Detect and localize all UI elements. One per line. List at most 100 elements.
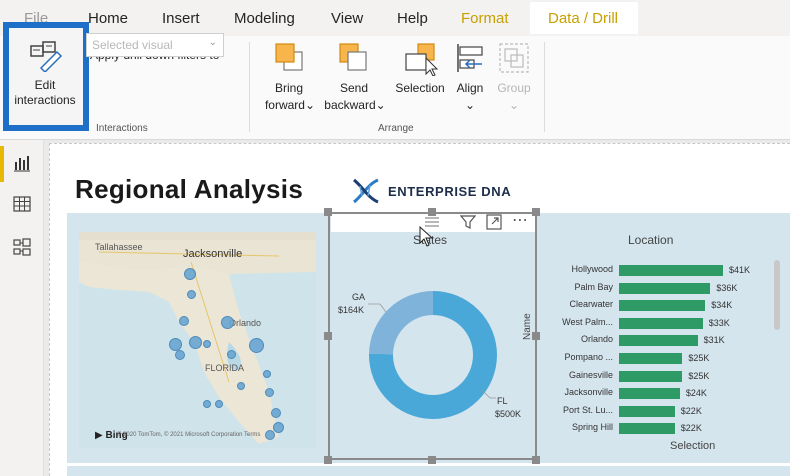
bar-category-label: Hollywood: [571, 264, 613, 274]
bar[interactable]: [619, 353, 683, 364]
bar-category-label: Palm Bay: [574, 281, 613, 292]
bar[interactable]: [619, 388, 680, 400]
bar-value-label: $33K: [708, 317, 730, 328]
map-bubble[interactable]: [203, 400, 211, 408]
report-title: Regional Analysis: [75, 174, 304, 204]
map-bubble[interactable]: [265, 430, 275, 440]
bar-category-label: Gainesville: [568, 369, 613, 380]
map-bubble[interactable]: [237, 382, 245, 390]
map-bubble[interactable]: [179, 316, 189, 326]
selected-visual-placeholder: Selected visual: [92, 38, 173, 52]
bar[interactable]: [619, 265, 723, 276]
bar-category-label: Orlando: [580, 334, 613, 345]
map-label-tallahassee: Tallahassee: [95, 242, 143, 252]
bar[interactable]: [619, 405, 675, 417]
align-label: Align: [456, 81, 484, 95]
tab-help[interactable]: Help: [397, 10, 428, 27]
bring-forward-line2: forward⌄: [264, 98, 316, 112]
bottom-visual-strip: [67, 466, 790, 476]
bar[interactable]: [619, 317, 703, 329]
filter-icon[interactable]: [460, 214, 476, 230]
data-view-icon[interactable]: [13, 196, 31, 212]
map-label-florida: FLORIDA: [205, 363, 245, 373]
group-chevron-icon: ⌄: [508, 98, 520, 112]
resize-handle[interactable]: [532, 456, 540, 464]
send-backward-line1: Send: [339, 81, 369, 95]
bar[interactable]: [619, 300, 706, 312]
bar-category-label: Clearwater: [569, 299, 613, 310]
group-separator: [249, 42, 250, 132]
bar[interactable]: [619, 335, 698, 347]
model-view-icon[interactable]: [13, 238, 31, 256]
map-bubble[interactable]: [184, 268, 196, 280]
edit-label-line2: interactions: [14, 93, 76, 107]
send-backward-icon: [339, 43, 367, 71]
edit-interactions-icon: [30, 41, 63, 72]
send-backward-line2: backward⌄: [324, 98, 386, 112]
resize-handle[interactable]: [324, 208, 332, 216]
tab-data-drill[interactable]: Data / Drill: [548, 10, 618, 27]
location-title: Location: [628, 233, 674, 247]
map-bubble[interactable]: [203, 340, 211, 348]
map-bubble[interactable]: [273, 422, 284, 433]
align-button[interactable]: Align ⌄: [450, 42, 490, 116]
brand-name: ENTERPRISE DNA: [388, 184, 512, 199]
bar-value-label: $31K: [703, 335, 725, 346]
group-button[interactable]: Group ⌄: [492, 42, 536, 116]
bar-x-axis-label: Selection: [670, 440, 716, 452]
map-bubble[interactable]: [175, 350, 185, 360]
interactions-group-label: Interactions: [96, 123, 148, 134]
align-chevron-icon: ⌄: [464, 98, 476, 112]
selected-visual-dropdown[interactable]: Selected visual ⌄: [86, 33, 224, 57]
edit-interactions-button[interactable]: Edit interactions: [3, 22, 89, 131]
report-view-icon[interactable]: [13, 154, 31, 172]
bring-forward-button[interactable]: Bring forward⌄: [260, 42, 318, 116]
dna-logo-icon: [353, 178, 379, 204]
resize-handle[interactable]: [428, 456, 436, 464]
bar-category-label: Spring Hill: [571, 422, 613, 433]
selection-icon: [405, 43, 439, 76]
resize-handle[interactable]: [428, 208, 436, 216]
align-icon: [457, 44, 483, 72]
map-bubble[interactable]: [263, 370, 271, 378]
selection-label: Selection: [395, 81, 445, 95]
chevron-down-icon: ⌄: [208, 37, 217, 48]
send-backward-button[interactable]: Send backward⌄: [322, 42, 386, 116]
focus-mode-icon[interactable]: [486, 214, 502, 230]
map-bubble[interactable]: [249, 338, 264, 353]
map-bubble[interactable]: [221, 316, 234, 329]
tab-format[interactable]: Format: [461, 10, 509, 40]
donut-leader-lines: [368, 303, 496, 399]
map-bubble[interactable]: [271, 408, 281, 418]
more-options-icon[interactable]: ⋯: [512, 210, 528, 230]
bar[interactable]: [619, 423, 675, 435]
bar-value-label: $22K: [680, 423, 702, 434]
map-bubble[interactable]: [215, 400, 223, 408]
group-icon: [499, 43, 529, 73]
tab-view[interactable]: View: [331, 10, 363, 27]
resize-handle[interactable]: [324, 332, 332, 340]
map-label-jacksonville: Jacksonville: [183, 248, 243, 260]
group-label: Group: [497, 81, 531, 95]
bar-y-axis-label: Name: [522, 313, 533, 340]
tab-insert[interactable]: Insert: [162, 10, 200, 27]
tab-modeling[interactable]: Modeling: [234, 10, 295, 27]
bar-category-label: Port St. Lu...: [562, 404, 613, 415]
map-bubble[interactable]: [187, 290, 196, 299]
map-bubble[interactable]: [189, 336, 202, 349]
map-visual[interactable]: Tallahassee Jacksonville Orlando FLORIDA…: [79, 232, 316, 448]
tab-home[interactable]: Home: [88, 10, 128, 27]
selection-button[interactable]: Selection: [392, 42, 448, 102]
resize-handle[interactable]: [324, 456, 332, 464]
bar[interactable]: [619, 282, 711, 294]
bring-forward-line1: Bring: [274, 81, 303, 95]
map-bubble[interactable]: [265, 388, 274, 397]
bar[interactable]: [619, 370, 683, 382]
scrollbar[interactable]: [774, 260, 780, 330]
bring-forward-icon: [275, 43, 303, 71]
bar-value-label: $25K: [688, 370, 710, 381]
ribbon-tab-bar: File Home Insert Modeling View Help Form…: [0, 0, 790, 40]
resize-handle[interactable]: [532, 208, 540, 216]
bar-category-label: West Palm...: [562, 316, 613, 327]
map-bubble[interactable]: [227, 350, 236, 359]
